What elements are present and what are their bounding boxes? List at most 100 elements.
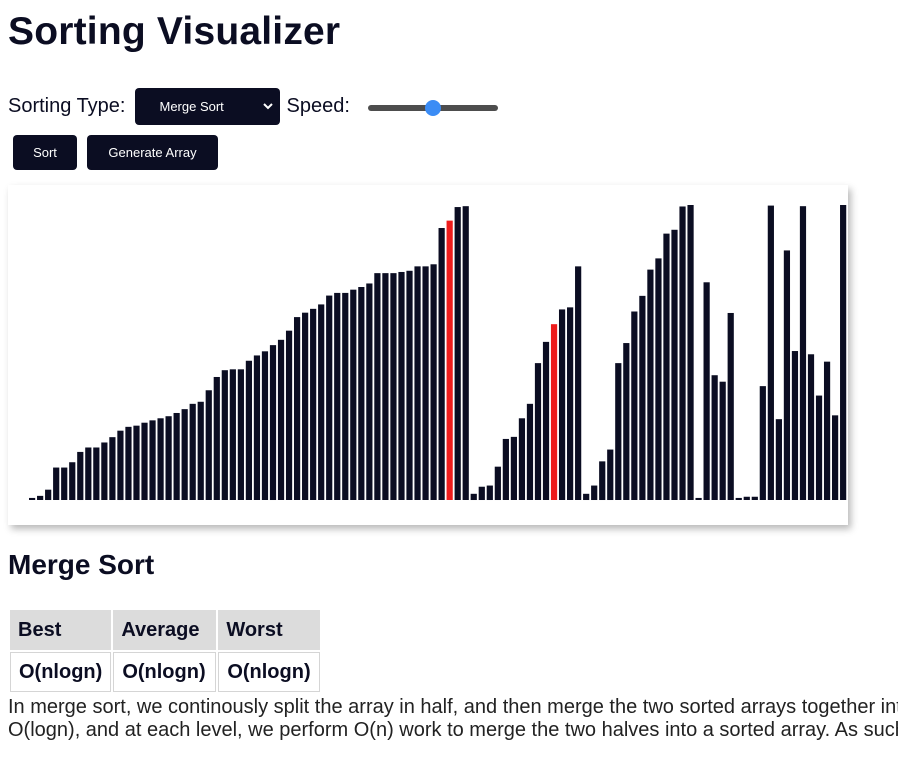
chevron-down-icon: [263, 102, 274, 109]
array-bar: [807, 354, 815, 500]
array-bar: [318, 304, 325, 500]
array-bar: [277, 339, 285, 500]
array-bar: [334, 292, 341, 500]
complexity-value-row: O(nlogn) O(nlogn) O(nlogn): [10, 652, 320, 692]
array-bar: [470, 493, 477, 501]
array-bar: [687, 205, 694, 500]
array-bar: [542, 341, 550, 500]
array-bar: [751, 496, 758, 500]
array-bar: [93, 447, 100, 500]
array-bar: [285, 330, 293, 500]
array-bar: [775, 419, 782, 500]
array-bar: [229, 369, 236, 500]
array-bar: [181, 409, 188, 500]
array-bar: [197, 401, 204, 500]
algorithm-description: In merge sort, we continously split the …: [8, 696, 898, 742]
array-bar: [767, 205, 774, 500]
array-bar: [607, 449, 614, 501]
bar-chart: [29, 205, 847, 501]
array-bar: [663, 233, 670, 500]
array-bar: [534, 363, 542, 500]
array-bar: [406, 270, 413, 500]
array-bar: [245, 360, 253, 500]
array-bar: [799, 206, 807, 500]
array-bar: [494, 466, 501, 501]
array-bar: [671, 229, 678, 500]
visualizer-panel: [8, 185, 848, 525]
array-bar: [502, 438, 509, 500]
array-bar: [374, 273, 381, 500]
array-bar: [719, 381, 726, 500]
array-bar: [486, 485, 493, 501]
array-bar: [85, 447, 92, 500]
array-bar: [69, 462, 76, 500]
array-bar: [261, 351, 269, 500]
page-title: Sorting Visualizer: [8, 10, 341, 53]
array-bar: [823, 361, 831, 500]
array-bar: [173, 412, 180, 500]
sort-button[interactable]: Sort: [13, 135, 77, 170]
sorting-type-selected-value: Merge Sort: [159, 98, 224, 114]
array-bar: [695, 497, 702, 500]
array-bar: [783, 250, 791, 500]
array-bar: [350, 289, 357, 500]
array-bar: [269, 345, 277, 501]
array-bar: [518, 418, 526, 500]
array-bar: [743, 496, 750, 500]
array-bar: [237, 369, 244, 500]
array-bar: [510, 436, 517, 500]
speed-slider-thumb[interactable]: [424, 100, 441, 116]
page: Sorting Visualizer Sorting Type: Merge S…: [0, 0, 898, 784]
array-bar: [815, 395, 823, 500]
array-bar: [478, 486, 485, 501]
array-bar-active: [446, 220, 453, 500]
array-bar: [149, 420, 156, 500]
header-best: Best: [10, 610, 112, 650]
array-bar: [840, 205, 847, 500]
controls-bar: Sorting Type: Merge Sort Speed:: [8, 87, 498, 125]
array-bar: [599, 461, 606, 501]
array-bar: [711, 375, 718, 500]
array-bar: [679, 206, 686, 501]
description-line: O(logn), and at each level, we perform O…: [8, 719, 898, 741]
array-bar: [125, 426, 132, 500]
array-bar: [45, 489, 52, 501]
generate-array-button[interactable]: Generate Array: [87, 135, 218, 170]
header-worst: Worst: [218, 610, 320, 650]
array-bar: [631, 311, 638, 500]
array-bar: [759, 386, 766, 500]
complexity-header-row: Best Average Worst: [10, 610, 320, 650]
array-bar: [53, 467, 60, 500]
array-bar: [558, 309, 566, 500]
sorting-type-select[interactable]: Merge Sort: [135, 87, 281, 125]
array-bar-active: [550, 324, 558, 500]
array-bar: [422, 266, 429, 500]
array-bar: [414, 266, 421, 500]
array-bar: [591, 485, 598, 501]
array-bar: [526, 403, 534, 500]
array-bar: [310, 308, 317, 500]
algorithm-heading: Merge Sort: [8, 549, 155, 580]
array-bar: [454, 207, 461, 500]
sorting-type-label: Sorting Type:: [8, 94, 126, 117]
array-bar: [165, 416, 172, 500]
array-bar: [61, 467, 68, 500]
array-bar: [430, 264, 437, 500]
array-bar: [791, 351, 799, 500]
array-bar: [727, 312, 734, 500]
complexity-table: Best Average Worst O(nlogn) O(nlogn) O(n…: [8, 608, 322, 694]
array-bar: [101, 442, 108, 500]
array-bar: [382, 273, 389, 500]
cell-best: O(nlogn): [10, 652, 112, 692]
array-bar: [438, 228, 445, 500]
array-bar: [29, 497, 36, 500]
array-bar: [615, 363, 622, 500]
array-bar: [462, 206, 469, 500]
array-bar: [77, 451, 84, 501]
speed-slider[interactable]: [367, 99, 498, 117]
array-bar: [647, 269, 654, 500]
array-bar: [703, 282, 710, 500]
array-bar: [117, 430, 124, 501]
array-bar: [141, 422, 148, 500]
array-bar: [293, 317, 301, 500]
